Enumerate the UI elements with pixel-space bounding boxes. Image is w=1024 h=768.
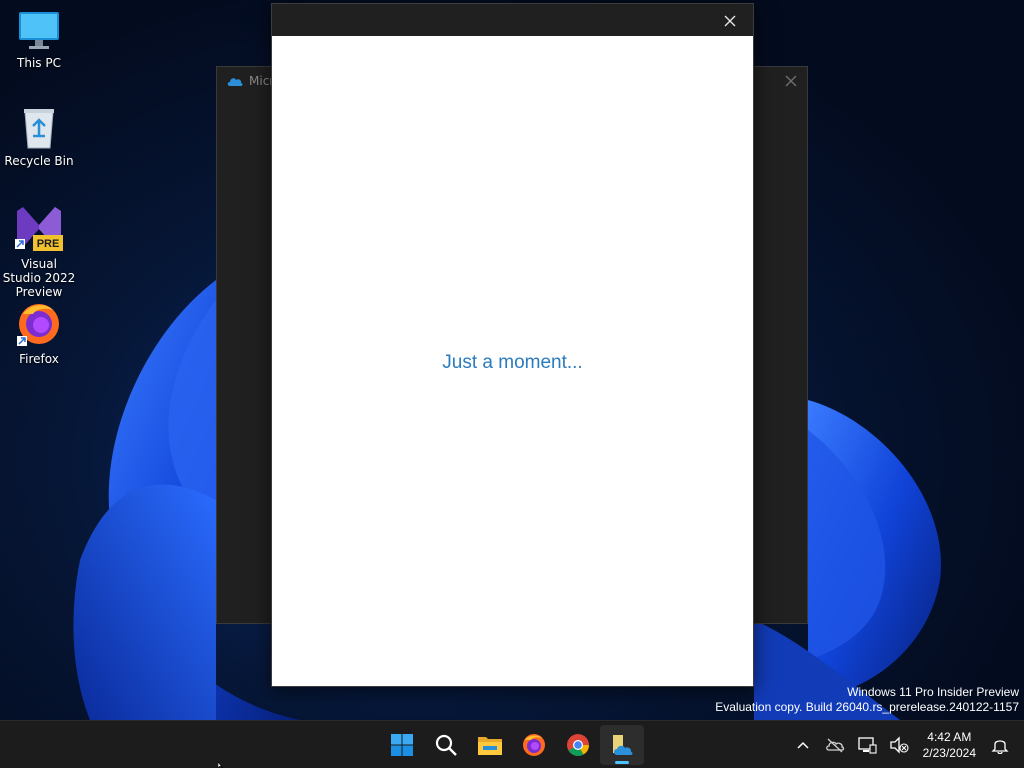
desktop-icon-label: Recycle Bin [4,154,74,168]
chrome-icon [567,734,589,756]
evaluation-watermark: Windows 11 Pro Insider Preview Evaluatio… [715,685,1019,715]
close-icon[interactable] [781,71,801,91]
clock[interactable]: 4:42 AM 2/23/2024 [915,729,984,761]
desktop-icon-recycle-bin[interactable]: Recycle Bin [2,106,76,168]
start-button[interactable] [380,725,424,765]
recycle-bin-icon [24,109,54,149]
network-tray-button[interactable] [851,729,883,761]
desktop-icon-label: This PC [17,56,61,70]
taskbar-apps [380,721,644,768]
firefox-icon [523,734,545,756]
desktop-icon-firefox[interactable]: Firefox [2,300,76,366]
notifications-button[interactable] [984,729,1016,761]
visual-studio-icon: PRE [15,207,63,251]
firefox-taskbar-button[interactable] [512,725,556,765]
volume-muted-icon [889,736,909,754]
volume-tray-button[interactable] [883,729,915,761]
close-icon [724,15,736,27]
loading-message: Just a moment... [442,352,583,373]
desktop-icon-this-pc[interactable]: This PC [2,10,76,70]
active-app-indicator [615,761,629,764]
network-icon [857,737,877,754]
show-hidden-icons-button[interactable] [787,729,819,761]
watermark-line1: Windows 11 Pro Insider Preview [847,685,1019,699]
onedrive-icon [227,78,243,86]
dialog-close-button[interactable] [719,10,741,32]
watermark-line2: Evaluation copy. Build 26040.rs_prerelea… [715,700,1019,714]
taskbar: 4:42 AM 2/23/2024 [0,720,1024,768]
desktop-icon-visual-studio[interactable]: PRE Visual Studio 2022 Preview [2,203,76,299]
bell-icon [991,740,1009,754]
onedrive-tray-button[interactable] [819,729,851,761]
sign-in-dialog: Just a moment... [271,3,754,687]
windows-start-icon [391,734,413,756]
clock-date: 2/23/2024 [922,746,976,760]
monitor-icon [19,12,59,49]
folder-icon [478,737,502,755]
system-tray: 4:42 AM 2/23/2024 [787,721,1024,768]
mouse-cursor-icon [218,762,224,768]
onedrive-setup-icon [613,735,633,755]
chrome-taskbar-button[interactable] [556,725,600,765]
search-button[interactable] [424,725,468,765]
desktop-icon-label: Visual Studio 2022 Preview [2,257,76,299]
chevron-up-icon [797,741,809,749]
desktop-icon-label: Firefox [19,352,59,366]
visual-studio-badge: PRE [37,238,60,250]
clock-time: 4:42 AM [927,730,972,744]
file-explorer-button[interactable] [468,725,512,765]
firefox-icon [17,304,59,346]
search-icon [435,734,457,756]
dialog-content: Just a moment... [272,36,753,686]
onedrive-setup-taskbar-button[interactable] [600,725,644,765]
onedrive-offline-icon [825,738,844,753]
dialog-titlebar[interactable] [272,4,753,36]
